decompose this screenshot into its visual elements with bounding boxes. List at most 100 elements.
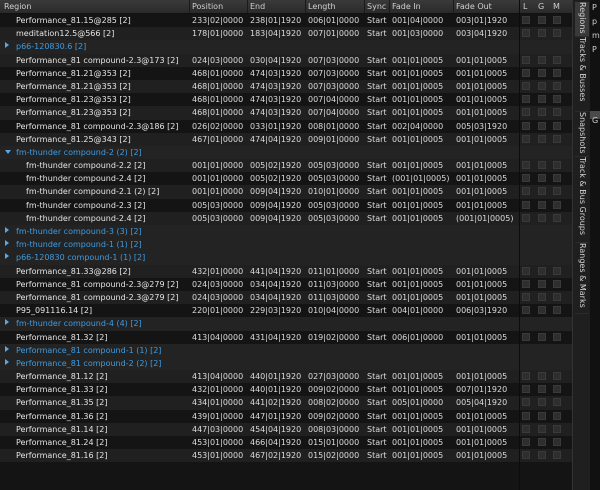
muted-checkbox[interactable] [553,266,561,275]
muted-checkbox[interactable] [553,332,561,341]
glued-checkbox[interactable] [538,451,546,460]
muted-checkbox[interactable] [553,81,561,90]
tab-snapshots[interactable]: Snapshots [575,112,589,157]
locked-checkbox[interactable] [522,411,530,420]
glued-checkbox[interactable] [538,438,546,446]
locked-checkbox[interactable] [522,292,530,301]
muted-checkbox[interactable] [553,134,561,143]
glued-checkbox[interactable] [538,81,546,90]
region-row[interactable]: Performance_81.14 [2] 447|03|0000 454|04|1… [0,422,572,436]
column-header-glued[interactable]: G [538,2,544,11]
expander-collapsed-icon[interactable] [5,358,9,365]
glued-checkbox[interactable] [538,16,546,24]
region-row[interactable]: P95_091116.14 [2] 220|01|0000 229|03|1920 0… [0,304,572,317]
muted-checkbox[interactable] [553,292,561,301]
muted-checkbox[interactable] [553,306,561,315]
region-row[interactable]: fm-thunder compound-2.3 [2] 005|03|0000 00… [0,199,572,212]
region-group-row[interactable]: fm-thunder compound-2 (2) [2] [0,145,572,160]
column-header-position[interactable]: Position [192,2,223,11]
tab-ranges-marks[interactable]: Ranges & Marks [575,243,589,314]
glued-checkbox[interactable] [538,187,546,196]
locked-checkbox[interactable] [522,55,530,64]
column-header-sync[interactable]: Sync [367,2,386,11]
locked-checkbox[interactable] [522,424,530,433]
glued-checkbox[interactable] [538,385,546,394]
column-header-region[interactable]: Region [4,2,31,11]
muted-checkbox[interactable] [553,451,561,460]
glued-checkbox[interactable] [538,95,546,104]
locked-checkbox[interactable] [522,279,530,288]
region-row[interactable]: Performance_81.25@343 [2] 467|01|0000 474|… [0,132,572,146]
locked-checkbox[interactable] [522,451,530,460]
glued-checkbox[interactable] [538,213,546,222]
muted-checkbox[interactable] [553,385,561,394]
glued-checkbox[interactable] [538,174,546,183]
locked-checkbox[interactable] [522,121,530,130]
region-row[interactable]: Performance_81.12 [2] 413|04|0000 440|01|1… [0,370,572,384]
muted-checkbox[interactable] [553,16,561,24]
muted-checkbox[interactable] [553,187,561,196]
glued-checkbox[interactable] [538,332,546,341]
region-row[interactable]: Performance_81.33 [2] 432|01|0000 440|01|1… [0,383,572,396]
locked-checkbox[interactable] [522,306,530,315]
region-row[interactable]: Performance_81.35 [2] 434|01|0000 441|02|1… [0,396,572,410]
region-row[interactable]: Performance_81 compound-2.3@279 [2] 024|0… [0,278,572,291]
glued-checkbox[interactable] [538,398,546,407]
region-row[interactable]: fm-thunder compound-2.1 (2) [2] 001|01|00… [0,185,572,199]
region-row[interactable]: Performance_81.33@286 [2] 432|01|0000 441|… [0,264,572,278]
glued-checkbox[interactable] [538,266,546,275]
muted-checkbox[interactable] [553,161,561,170]
locked-checkbox[interactable] [522,372,530,381]
region-row[interactable]: fm-thunder compound-2.4 [2] 001|01|0000 00… [0,172,572,185]
tab-regions[interactable]: Regions [575,2,589,37]
muted-checkbox[interactable] [553,424,561,433]
region-row[interactable]: fm-thunder compound-2.4 [2] 005|03|0000 00… [0,211,572,225]
muted-checkbox[interactable] [553,279,561,288]
region-row[interactable]: meditation12.5@566 [2] 178|01|0000 183|04|… [0,27,572,41]
region-group-row[interactable]: fm-thunder compound-1 (1) [2] [0,238,572,252]
locked-checkbox[interactable] [522,398,530,407]
glued-checkbox[interactable] [538,161,546,170]
locked-checkbox[interactable] [522,200,530,209]
locked-checkbox[interactable] [522,108,530,117]
region-group-row[interactable]: p66-120830 compound-1 (1) [2] [0,251,572,265]
column-header-locked[interactable]: L [523,2,527,11]
tab-track-bus-groups[interactable]: Track & Bus Groups [575,157,589,243]
region-row[interactable]: Performance_81 compound-2.3@279 [2] 024|0… [0,290,572,305]
muted-checkbox[interactable] [553,108,561,117]
glued-checkbox[interactable] [538,306,546,315]
locked-checkbox[interactable] [522,134,530,143]
glued-checkbox[interactable] [538,121,546,130]
tab-tracks-busses[interactable]: Tracks & Busses [575,37,589,112]
region-row[interactable]: Performance_81.32 [2] 413|04|0000 431|04|1… [0,331,572,344]
column-header-muted[interactable]: M [553,2,560,11]
expander-collapsed-icon[interactable] [5,240,9,247]
muted-checkbox[interactable] [553,200,561,209]
locked-checkbox[interactable] [522,385,530,394]
locked-checkbox[interactable] [522,161,530,170]
region-row[interactable]: Performance_81.36 [2] 439|01|0000 447|01|1… [0,410,572,423]
region-group-row[interactable]: fm-thunder compound-3 (3) [2] [0,225,572,239]
locked-checkbox[interactable] [522,266,530,275]
muted-checkbox[interactable] [553,398,561,407]
column-divider[interactable] [189,0,190,13]
column-divider[interactable] [247,0,248,13]
locked-checkbox[interactable] [522,332,530,341]
column-header-fade-in[interactable]: Fade In [392,2,421,11]
locked-checkbox[interactable] [522,187,530,196]
region-row[interactable]: Performance_81.24 [2] 453|01|0000 466|04|1… [0,436,572,449]
muted-checkbox[interactable] [553,121,561,130]
glued-checkbox[interactable] [538,55,546,64]
muted-checkbox[interactable] [553,95,561,104]
region-row[interactable]: Performance_81 compound-2.3@173 [2] 024|0… [0,53,572,67]
muted-checkbox[interactable] [553,55,561,64]
muted-checkbox[interactable] [553,438,561,446]
muted-checkbox[interactable] [553,213,561,222]
glued-checkbox[interactable] [538,292,546,301]
region-row[interactable]: Performance_81 compound-2.3@186 [2] 026|0… [0,120,572,133]
glued-checkbox[interactable] [538,134,546,143]
column-header-fade-out[interactable]: Fade Out [456,2,492,11]
region-row[interactable]: Performance_81.15@285 [2] 233|02|0000 238|… [0,14,572,27]
locked-checkbox[interactable] [522,29,530,38]
region-group-row[interactable]: Performance_81 compound-1 (1) [2] [0,343,572,357]
